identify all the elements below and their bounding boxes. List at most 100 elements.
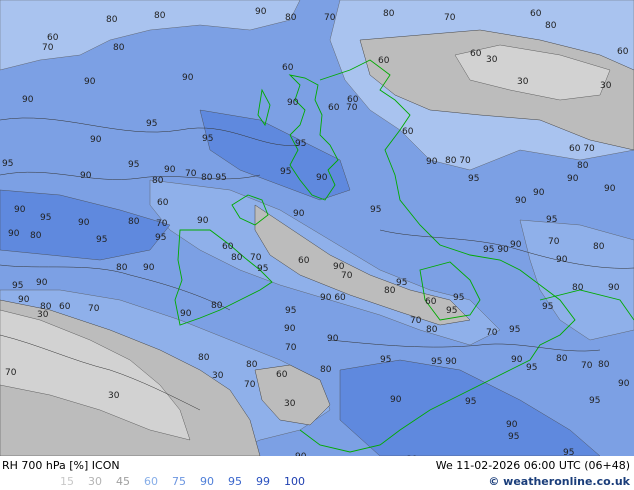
contour-label: 70 — [250, 253, 262, 263]
contour-label: 95 — [280, 167, 291, 177]
contour-label: 90 60 — [320, 293, 346, 303]
contour-label: 90 — [511, 355, 523, 365]
contour-label: 70 — [324, 13, 336, 23]
contour-label: 90 — [604, 184, 616, 194]
contour-label: 80 — [152, 176, 164, 186]
contour-label: 60 — [378, 56, 390, 66]
contour-label: 95 — [453, 293, 464, 303]
contour-label: 90 — [14, 205, 26, 215]
contour-label: 80 — [320, 365, 332, 375]
contour-label: 90 — [287, 98, 299, 108]
contour-label: 80 95 — [201, 173, 227, 183]
contour-label: 30 — [37, 310, 49, 320]
contour-label: 90 — [80, 171, 92, 181]
color-scale-legend: 15 30 45 60 75 90 95 99 100 — [60, 475, 319, 488]
contour-label: 95 — [509, 325, 520, 335]
scale-value-15: 15 — [60, 475, 74, 488]
contour-label: 80 — [383, 9, 395, 19]
contour-label: 90 — [22, 95, 34, 105]
contour-label: 30 — [284, 399, 296, 409]
contour-label: 70 — [88, 304, 100, 314]
contour-label: 90 — [608, 283, 620, 293]
contour-label: 80 — [285, 13, 297, 23]
contour-label: 60 — [530, 9, 542, 19]
contour-label: 80 — [211, 301, 223, 311]
contour-label: 60 — [617, 47, 629, 57]
contour-label: 70 — [346, 103, 358, 113]
contour-label: 80 — [154, 11, 166, 21]
contour-label: 80 — [246, 360, 258, 370]
contour-label: 80 — [113, 43, 125, 53]
contour-label: 90 — [180, 309, 192, 319]
scale-value-45: 45 — [116, 475, 130, 488]
contour-label: 95 — [295, 139, 306, 149]
contour-label: 60 — [470, 49, 482, 59]
contour-label: 80 — [593, 242, 605, 252]
contour-label: 90 — [8, 229, 20, 239]
scale-value-60: 60 — [144, 475, 158, 488]
contour-label: 95 — [380, 355, 391, 365]
contour-label: 90 — [618, 379, 630, 389]
contour-label: 70 — [285, 343, 297, 353]
contour-label: 90 — [84, 77, 96, 87]
contour-label: 80 — [128, 217, 140, 227]
contour-label: 70 — [244, 380, 256, 390]
contour-label: 80 — [30, 231, 42, 241]
contour-label: 90 — [506, 420, 518, 430]
contour-label: 95 — [202, 134, 213, 144]
contour-label: 95 90 — [483, 245, 509, 255]
contour-label: 30 — [517, 77, 529, 87]
contour-label: 90 — [36, 278, 48, 288]
contour-label: 95 90 — [431, 357, 457, 367]
contour-label: 70 — [486, 328, 498, 338]
contour-label: 60 — [59, 302, 71, 312]
scale-value-100: 100 — [284, 475, 305, 488]
contour-label: 80 — [556, 354, 568, 364]
contour-label: 90 — [182, 73, 194, 83]
map-footer: RH 700 hPa [%] ICON We 11-02-2026 06:00 … — [0, 456, 634, 490]
contour-label: 80 70 — [445, 156, 471, 166]
contour-label: 90 — [18, 295, 30, 305]
contour-label: 90 — [556, 255, 568, 265]
contour-label: 95 — [2, 159, 13, 169]
contour-label: 95 — [370, 205, 381, 215]
contour-label: 95 — [128, 160, 139, 170]
contour-label: 95 — [12, 281, 23, 291]
contour-label: 80 — [116, 263, 128, 273]
contour-label: 90 — [327, 334, 339, 344]
contour-label: 90 — [567, 174, 579, 184]
contour-label: 60 — [47, 33, 59, 43]
contour-label: 60 — [222, 242, 234, 252]
site-credit[interactable]: © weatheronline.co.uk — [488, 475, 630, 488]
contour-label: 30 — [600, 81, 612, 91]
contour-label: 80 — [598, 360, 610, 370]
contour-label: 95 — [546, 215, 557, 225]
contour-label: 60 — [276, 370, 288, 380]
contour-label: 90 — [515, 196, 527, 206]
contour-label: 95 — [146, 119, 157, 129]
contour-label: 80 — [231, 253, 243, 263]
contour-label: 30 — [486, 55, 498, 65]
scale-value-95: 95 — [228, 475, 242, 488]
map-canvas: 80 80 9080 70 80 70 60806070 80 606030606090 90 30… — [0, 0, 634, 456]
contour-label: 90 — [197, 216, 209, 226]
contour-label: 90 — [533, 188, 545, 198]
scale-value-99: 99 — [256, 475, 270, 488]
weather-map[interactable]: 80 80 90 80 70 80 70 60 80 60 70 80 60 60 30 60 60 90 90 30… — [0, 0, 634, 456]
contour-label: 70 — [444, 13, 456, 23]
contour-label: 90 — [255, 7, 267, 17]
contour-label: 80 — [577, 161, 589, 171]
contour-label: 90 — [426, 157, 438, 167]
contour-label: 80 — [545, 21, 557, 31]
contour-label: 70 — [5, 368, 17, 378]
contour-label: 95 — [563, 448, 574, 456]
contour-label: 95 — [257, 264, 268, 274]
valid-datetime: We 11-02-2026 06:00 UTC (06+48) — [435, 459, 630, 472]
contour-label: 70 — [341, 271, 353, 281]
contour-label: 60 — [282, 63, 294, 73]
contour-label: 80 — [384, 286, 396, 296]
contour-label: 95 — [396, 278, 407, 288]
contour-label: 70 — [185, 169, 197, 179]
contour-label: 70 — [548, 237, 560, 247]
contour-label: 90 — [164, 165, 176, 175]
